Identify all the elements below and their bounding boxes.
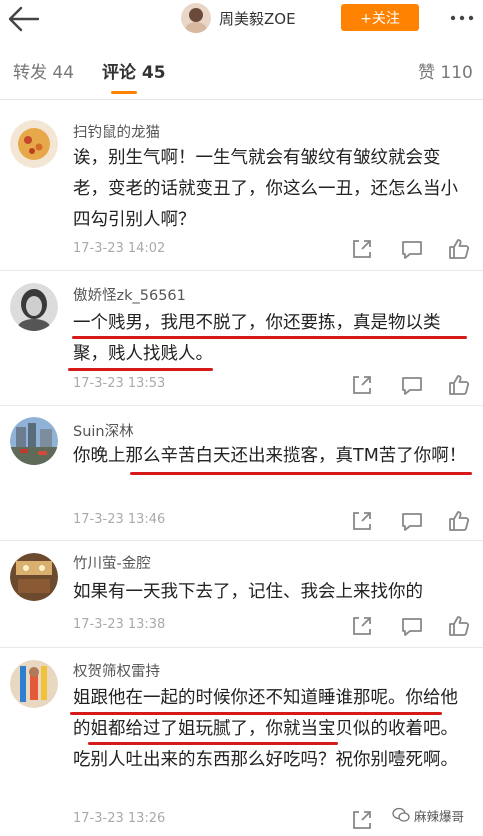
share-icon[interactable] [350, 373, 374, 397]
comment-text: 你晚上那么辛苦白天还出来揽客，真TM苦了你啊！ [73, 446, 467, 466]
comment-actions [350, 373, 475, 397]
comment-actions [350, 614, 475, 638]
reply-icon[interactable] [400, 509, 424, 533]
share-icon[interactable] [350, 509, 374, 533]
more-icon[interactable] [447, 6, 477, 30]
avatar[interactable] [10, 553, 58, 601]
highlight-underline [72, 336, 467, 339]
follow-button[interactable]: +关注 [341, 4, 419, 31]
share-icon[interactable] [350, 614, 374, 638]
top-bar: 周美毅ZOE +关注 [0, 0, 483, 40]
comment-actions [350, 509, 475, 533]
avatar[interactable] [181, 3, 211, 33]
highlight-underline [130, 472, 472, 475]
avatar[interactable] [10, 660, 58, 708]
avatar[interactable] [10, 120, 58, 168]
comment-text: 如果有一天我下去了，记住、我会上来找你的 [73, 582, 423, 602]
comment-time: 17-3-23 13:38 [73, 617, 166, 632]
avatar[interactable] [10, 417, 58, 465]
highlight-underline [70, 712, 442, 715]
comment-time: 17-3-23 13:26 [73, 811, 166, 826]
profile-name[interactable]: 周美毅ZOE [219, 8, 296, 29]
avatar[interactable] [10, 283, 58, 331]
reply-icon[interactable] [400, 614, 424, 638]
comment-author[interactable]: 傲娇怪zk_56561 [73, 284, 186, 305]
comment-text: 诶，别生气啊！一生气就会有皱纹有皱纹就会变老，变老的话就变丑了，你这么一丑，还怎… [73, 148, 458, 230]
comment-time: 17-3-23 13:53 [73, 376, 166, 391]
watermark-text: 麻辣爆哥 [414, 808, 465, 824]
comment-text: 一个贱男，我甩不脱了，你还要拣，真是物以类聚，贱人找贱人。 [73, 313, 441, 364]
tab-reposts[interactable]: 转发 44 [13, 58, 74, 83]
comment-text: 姐跟他在一起的时候你还不知道睡谁那呢。你给他的姐都给过了姐玩腻了，你就当宝贝似的… [73, 688, 458, 770]
like-icon[interactable] [447, 373, 471, 397]
highlight-underline [88, 742, 338, 745]
comment-actions [350, 237, 475, 261]
comment-time: 17-3-23 13:46 [73, 512, 166, 527]
back-arrow-icon[interactable] [6, 4, 42, 34]
comment-author[interactable]: Suin深林 [73, 420, 134, 441]
tab-comments[interactable]: 评论 45 [102, 58, 166, 83]
highlight-underline [68, 368, 213, 371]
list-item: 扫钓鼠的龙猫 诶，别生气啊！一生气就会有皱纹有皱纹就会变老，变老的话就变丑了，你… [0, 101, 483, 271]
active-tab-indicator [111, 91, 137, 94]
watermark: 麻辣爆哥 [392, 803, 464, 827]
tab-bar: 转发 44 评论 45 赞 110 [0, 48, 483, 100]
comment-author[interactable]: 扫钓鼠的龙猫 [73, 121, 160, 142]
reply-icon[interactable] [400, 373, 424, 397]
reply-icon[interactable] [400, 237, 424, 261]
share-icon[interactable] [350, 237, 374, 261]
like-icon[interactable] [447, 237, 471, 261]
comment-author[interactable]: 竹川萤-金腔 [73, 552, 151, 573]
comment-author[interactable]: 权贺筛权雷持 [73, 660, 160, 681]
tab-likes[interactable]: 赞 110 [418, 58, 473, 83]
comment-time: 17-3-23 14:02 [73, 241, 166, 256]
like-icon[interactable] [447, 614, 471, 638]
wechat-icon [392, 807, 410, 822]
share-icon[interactable] [350, 808, 374, 832]
like-icon[interactable] [447, 509, 471, 533]
list-item: 竹川萤-金腔 如果有一天我下去了，记住、我会上来找你的 17-3-23 13:3… [0, 541, 483, 648]
profile-header[interactable]: 周美毅ZOE [181, 2, 296, 34]
